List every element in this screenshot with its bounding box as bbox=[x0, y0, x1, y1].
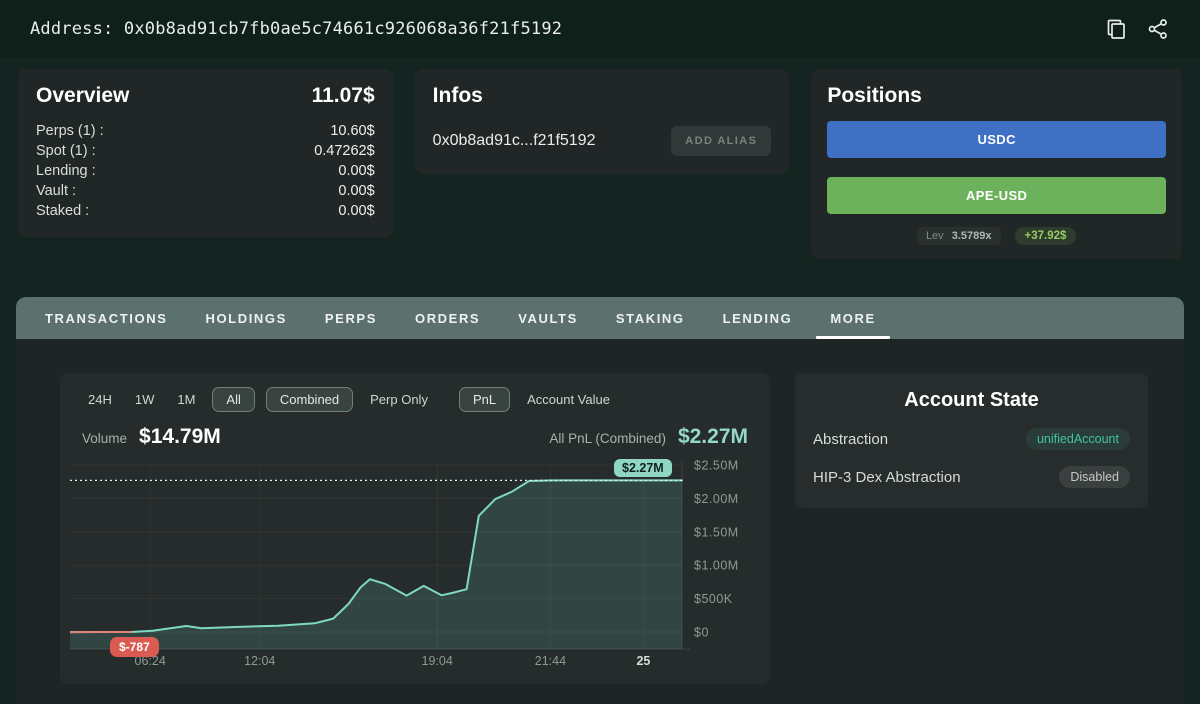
volume-label: Volume bbox=[82, 431, 127, 446]
range-1m-button[interactable]: 1M bbox=[171, 387, 201, 412]
all-pnl-value: $2.27M bbox=[678, 425, 748, 449]
mode-perp-only-button[interactable]: Perp Only bbox=[364, 387, 434, 412]
y-tick-label: $1.50M bbox=[694, 525, 739, 539]
overview-row-spot: Spot (1) : 0.47262$ bbox=[36, 141, 375, 161]
overview-card: Overview 11.07$ Perps (1) : 10.60$ Spot … bbox=[18, 69, 393, 237]
volume-value: $14.79M bbox=[139, 425, 221, 449]
position-badges: Lev 3.5789x +37.92$ bbox=[827, 227, 1166, 245]
tab-bar: TRANSACTIONS HOLDINGS PERPS ORDERS VAULT… bbox=[16, 297, 1184, 339]
infos-card: Infos 0x0b8ad91c...f21f5192 ADD ALIAS bbox=[415, 69, 790, 174]
overview-row-staked: Staked : 0.00$ bbox=[36, 201, 375, 221]
address-actions bbox=[1104, 17, 1170, 41]
row-label: Spot (1) : bbox=[36, 141, 96, 161]
metric-account-value-button[interactable]: Account Value bbox=[521, 387, 616, 412]
tab-orders[interactable]: ORDERS bbox=[396, 297, 499, 339]
mode-combined-button[interactable]: Combined bbox=[266, 387, 353, 412]
overview-title: Overview bbox=[36, 84, 129, 108]
row-value: 0.47262$ bbox=[314, 141, 374, 161]
row-label: Vault : bbox=[36, 181, 76, 201]
overview-row-vault: Vault : 0.00$ bbox=[36, 181, 375, 201]
overview-row-lending: Lending : 0.00$ bbox=[36, 161, 375, 181]
row-value: 0.00$ bbox=[338, 201, 374, 221]
leverage-value: 3.5789x bbox=[952, 230, 992, 242]
tab-more[interactable]: MORE bbox=[811, 297, 894, 339]
current-value-badge: $2.27M bbox=[614, 459, 672, 477]
share-address-button[interactable] bbox=[1146, 17, 1170, 41]
pnl-chart-card: 24H 1W 1M All Combined Perp Only PnL Acc… bbox=[60, 373, 770, 684]
row-label: HIP-3 Dex Abstraction bbox=[813, 469, 961, 486]
pnl-chart-svg: $2.50M$2.00M$1.50M$1.00M$500K$006:2412:0… bbox=[70, 457, 760, 672]
range-1w-button[interactable]: 1W bbox=[129, 387, 161, 412]
copy-icon bbox=[1104, 17, 1128, 41]
range-all-button[interactable]: All bbox=[212, 387, 254, 412]
all-pnl-stat: All PnL (Combined) $2.27M bbox=[549, 425, 748, 449]
row-value: 0.00$ bbox=[338, 181, 374, 201]
tab-vaults[interactable]: VAULTS bbox=[499, 297, 597, 339]
leverage-badge: Lev 3.5789x bbox=[917, 227, 1001, 245]
row-value: 10.60$ bbox=[330, 121, 374, 141]
y-tick-label: $0 bbox=[694, 626, 709, 640]
positions-card: Positions USDC APE-USD Lev 3.5789x +37.9… bbox=[811, 69, 1182, 259]
row-label: Perps (1) : bbox=[36, 121, 104, 141]
chart-controls: 24H 1W 1M All Combined Perp Only PnL Acc… bbox=[70, 387, 760, 412]
position-ape-usd-button[interactable]: APE-USD bbox=[827, 177, 1166, 214]
positions-title: Positions bbox=[827, 84, 922, 108]
position-usdc-button[interactable]: USDC bbox=[827, 121, 1166, 158]
y-tick-label: $1.00M bbox=[694, 559, 739, 573]
share-icon bbox=[1146, 17, 1170, 41]
address-bar: Address: 0x0b8ad91cb7fb0ae5c74661c926068… bbox=[0, 0, 1200, 57]
x-tick-label: 25 bbox=[636, 654, 650, 668]
address-value: 0x0b8ad91cb7fb0ae5c74661c926068a36f21f51… bbox=[124, 19, 562, 39]
main-panel: TRANSACTIONS HOLDINGS PERPS ORDERS VAULT… bbox=[16, 297, 1184, 704]
leverage-label: Lev bbox=[926, 230, 944, 242]
x-tick-label: 19:04 bbox=[422, 654, 453, 668]
range-24h-button[interactable]: 24H bbox=[82, 387, 118, 412]
copy-address-button[interactable] bbox=[1104, 17, 1128, 41]
y-tick-label: $500K bbox=[694, 592, 733, 606]
x-tick-label: 12:04 bbox=[244, 654, 275, 668]
hip3-status-badge: Disabled bbox=[1059, 466, 1130, 488]
chart-stats: Volume $14.79M All PnL (Combined) $2.27M bbox=[70, 412, 760, 453]
overview-total-value: 11.07$ bbox=[312, 84, 375, 108]
account-state-card: Account State Abstraction unifiedAccount… bbox=[795, 373, 1148, 508]
account-row-abstraction: Abstraction unifiedAccount bbox=[813, 428, 1130, 450]
start-value-badge: $-787 bbox=[110, 637, 159, 657]
overview-rows: Perps (1) : 10.60$ Spot (1) : 0.47262$ L… bbox=[36, 121, 375, 221]
y-tick-label: $2.50M bbox=[694, 459, 739, 473]
short-address: 0x0b8ad91c...f21f5192 bbox=[433, 132, 596, 150]
overview-row-perps: Perps (1) : 10.60$ bbox=[36, 121, 375, 141]
add-alias-button[interactable]: ADD ALIAS bbox=[671, 126, 771, 156]
tab-holdings[interactable]: HOLDINGS bbox=[186, 297, 305, 339]
summary-cards: Overview 11.07$ Perps (1) : 10.60$ Spot … bbox=[0, 57, 1200, 259]
all-pnl-label: All PnL (Combined) bbox=[549, 431, 666, 446]
tab-staking[interactable]: STAKING bbox=[597, 297, 704, 339]
tab-transactions[interactable]: TRANSACTIONS bbox=[26, 297, 186, 339]
x-tick-label: 21:44 bbox=[535, 654, 566, 668]
account-state-title: Account State bbox=[813, 389, 1130, 412]
tab-perps[interactable]: PERPS bbox=[306, 297, 396, 339]
wallet-address: Address: 0x0b8ad91cb7fb0ae5c74661c926068… bbox=[30, 19, 562, 39]
metric-pnl-button[interactable]: PnL bbox=[459, 387, 510, 412]
account-row-hip3: HIP-3 Dex Abstraction Disabled bbox=[813, 466, 1130, 488]
tab-content-more: 24H 1W 1M All Combined Perp Only PnL Acc… bbox=[16, 339, 1184, 704]
y-tick-label: $2.00M bbox=[694, 492, 739, 506]
wallet-explorer-page: { "address_bar": { "label": "Address:", … bbox=[0, 0, 1200, 688]
pnl-area-chart[interactable]: $2.50M$2.00M$1.50M$1.00M$500K$006:2412:0… bbox=[70, 457, 760, 672]
row-label: Staked : bbox=[36, 201, 89, 221]
abstraction-status-badge: unifiedAccount bbox=[1026, 428, 1130, 450]
position-pnl-badge: +37.92$ bbox=[1015, 227, 1077, 245]
tab-lending[interactable]: LENDING bbox=[704, 297, 812, 339]
row-value: 0.00$ bbox=[338, 161, 374, 181]
infos-title: Infos bbox=[433, 84, 483, 108]
address-label: Address: bbox=[30, 19, 113, 39]
row-label: Lending : bbox=[36, 161, 96, 181]
volume-stat: Volume $14.79M bbox=[82, 425, 221, 449]
row-label: Abstraction bbox=[813, 431, 888, 448]
